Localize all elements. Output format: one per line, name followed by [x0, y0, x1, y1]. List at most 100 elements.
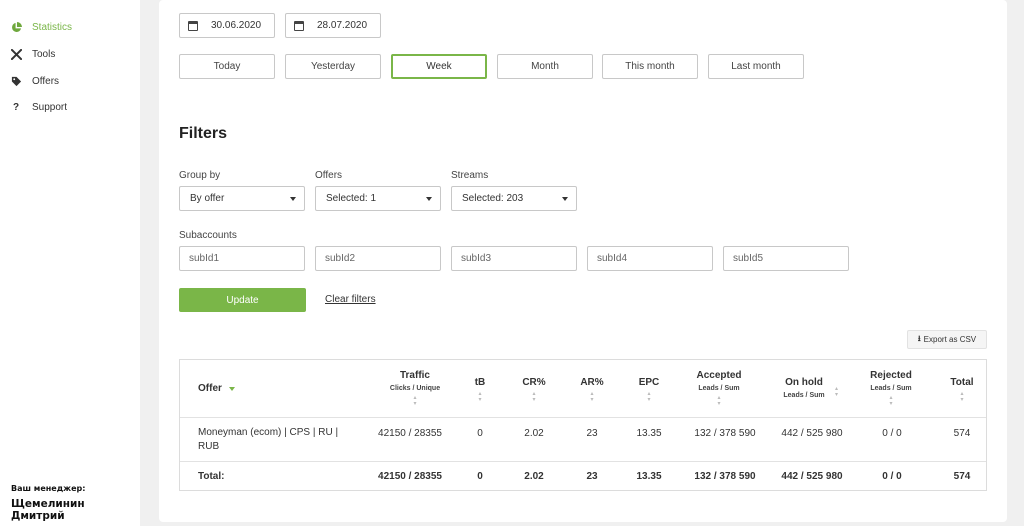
sidebar-item-offers[interactable]: Offers: [10, 72, 59, 90]
total-traffic: 42150 / 28355: [378, 471, 442, 482]
total-onhold: 442 / 525 980: [781, 471, 843, 482]
sidebar-item-label: Tools: [32, 48, 56, 60]
tag-icon: [10, 75, 22, 87]
sort-icon: ▴ ▾: [590, 391, 594, 403]
column-header-label: On hold: [785, 377, 823, 388]
filters-title: Filters: [179, 125, 228, 142]
period-today-button[interactable]: Today: [179, 54, 275, 79]
sort-icon: ▴ ▾: [960, 391, 964, 403]
column-header-label: AR%: [580, 377, 604, 388]
cell-ar: 23: [586, 428, 598, 439]
pie-chart-icon: [10, 21, 22, 33]
offers-value: Selected: 1: [326, 193, 377, 204]
clear-filters-link[interactable]: Clear filters: [325, 294, 376, 305]
sort-icon: ▴ ▾: [889, 395, 893, 407]
column-header-tb[interactable]: tB ▴ ▾: [475, 377, 486, 403]
cell-offer: Moneyman (ecom) | CPS | RU | RUB: [198, 427, 339, 452]
group-by-value: By offer: [190, 193, 225, 204]
subid5-input[interactable]: [723, 246, 849, 271]
sidebar-item-tools[interactable]: Tools: [10, 45, 55, 63]
column-header-label: Total: [950, 377, 974, 388]
column-header-total[interactable]: Total ▴ ▾: [950, 377, 973, 403]
total-rejected: 0 / 0: [882, 471, 902, 482]
offers-label: Offers: [315, 170, 343, 181]
cell-accepted: 132 / 378 590: [694, 428, 756, 439]
column-header-sub: Leads / Sum: [870, 385, 912, 392]
sidebar-item-statistics[interactable]: Statistics: [10, 18, 72, 36]
sort-icon: ▴ ▾: [413, 395, 417, 407]
period-this-month-button[interactable]: This month: [602, 54, 698, 79]
calendar-icon: [294, 20, 304, 31]
date-from-input[interactable]: 30.06.2020: [179, 13, 275, 38]
download-icon: ⭳: [917, 333, 921, 343]
column-header-sub: Leads / Sum: [783, 392, 825, 399]
total-cr: 2.02: [524, 471, 544, 482]
column-header-accepted[interactable]: Accepted Leads / Sum ▴ ▾: [696, 370, 741, 407]
column-header-label: CR%: [522, 377, 546, 388]
sidebar-item-support[interactable]: ? Support: [10, 98, 67, 116]
streams-select[interactable]: Selected: 203: [451, 186, 577, 211]
cell-cr: 2.02: [524, 428, 544, 439]
column-header-ar[interactable]: AR% ▴ ▾: [580, 377, 603, 403]
column-header-sub: Leads / Sum: [698, 385, 740, 392]
tools-icon: [10, 48, 22, 60]
export-csv-label: Export as CSV: [923, 335, 977, 344]
column-header-sub: Clicks / Unique: [389, 385, 441, 392]
sort-icon: ▴ ▾: [647, 391, 651, 403]
statistics-table: Offer Traffic Clicks / Unique ▴ ▾ tB ▴ ▾ C…: [179, 359, 987, 491]
sort-icon: ▴ ▾: [717, 395, 721, 407]
total-ar: 23: [586, 471, 598, 482]
question-icon: ?: [12, 101, 20, 113]
period-week-button[interactable]: Week: [391, 54, 487, 79]
sort-icon: ▴ ▾: [478, 391, 482, 403]
cell-rejected: 0 / 0: [882, 428, 902, 439]
date-to-input[interactable]: 28.07.2020: [285, 13, 381, 38]
group-by-select[interactable]: By offer: [179, 186, 305, 211]
cell-tb: 0: [477, 428, 483, 439]
group-by-label: Group by: [179, 170, 221, 181]
period-yesterday-button[interactable]: Yesterday: [285, 54, 381, 79]
chevron-down-icon: [426, 197, 432, 201]
cell-onhold: 442 / 525 980: [781, 428, 843, 439]
sidebar-item-label: Support: [32, 101, 68, 113]
column-header-epc[interactable]: EPC ▴ ▾: [639, 377, 660, 403]
column-header-label: Traffic: [399, 370, 430, 381]
manager-name: Щемелинин Дмитрий: [11, 498, 85, 522]
sidebar-item-label: Statistics: [32, 21, 73, 33]
period-month-button[interactable]: Month: [497, 54, 593, 79]
cell-traffic: 42150 / 28355: [378, 428, 442, 439]
total-accepted: 132 / 378 590: [694, 471, 756, 482]
subid2-input[interactable]: [315, 246, 441, 271]
date-to-value: 28.07.2020: [317, 20, 368, 31]
column-header-rejected[interactable]: Rejected Leads / Sum ▴ ▾: [870, 370, 912, 407]
row-divider: [180, 417, 986, 418]
column-header-label: tB: [474, 377, 486, 388]
column-header-traffic[interactable]: Traffic Clicks / Unique ▴ ▾: [390, 370, 440, 407]
subid1-input[interactable]: [179, 246, 305, 271]
update-button[interactable]: Update: [179, 288, 306, 312]
statistics-panel: 30.06.2020 28.07.2020 Today Yesterday We…: [159, 0, 1007, 522]
sort-desc-icon: [228, 386, 235, 391]
column-header-offer[interactable]: Offer: [198, 383, 235, 394]
subid4-input[interactable]: [587, 246, 713, 271]
total-tb: 0: [477, 471, 483, 482]
column-header-onhold[interactable]: On hold Leads / Sum: [783, 377, 824, 399]
period-last-month-button[interactable]: Last month: [708, 54, 804, 79]
column-header-cr[interactable]: CR% ▴ ▾: [522, 377, 545, 403]
date-from-value: 30.06.2020: [211, 20, 262, 31]
calendar-icon: [188, 20, 198, 31]
column-header-label: Offer: [198, 383, 222, 394]
streams-label: Streams: [451, 170, 489, 181]
offers-select[interactable]: Selected: 1: [315, 186, 441, 211]
column-header-label: Rejected: [870, 370, 912, 381]
total-epc: 13.35: [636, 471, 662, 482]
row-divider: [180, 461, 986, 462]
column-header-label: EPC: [638, 377, 660, 388]
sort-icon: ▴ ▾: [532, 391, 536, 403]
export-csv-button[interactable]: ⭳ Export as CSV: [907, 330, 987, 349]
subid3-input[interactable]: [451, 246, 577, 271]
sidebar: Statistics Tools Offers ? Support Ваш ме…: [0, 0, 140, 526]
chevron-down-icon: [290, 197, 296, 201]
sidebar-item-label: Offers: [32, 75, 60, 87]
chevron-down-icon: [562, 197, 568, 201]
